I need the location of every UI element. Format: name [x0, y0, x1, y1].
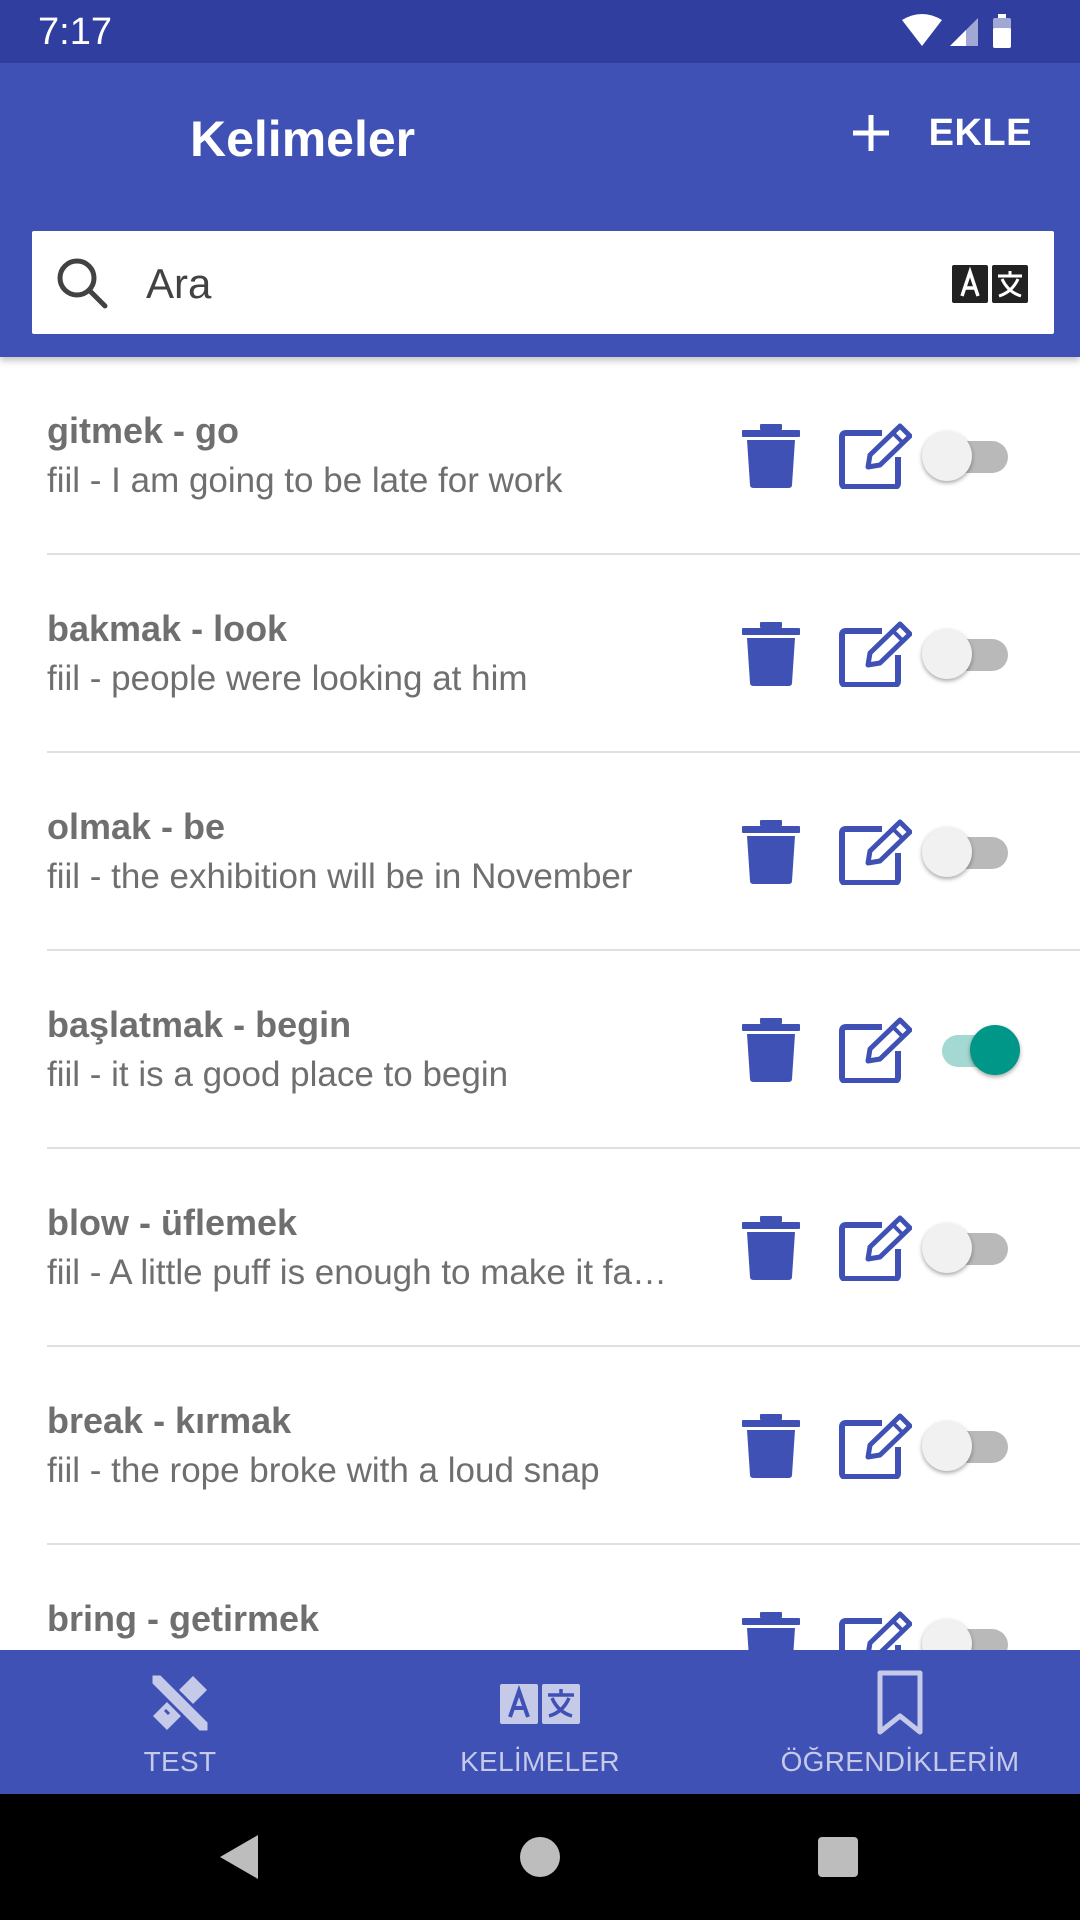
- word-title: break - kırmak: [47, 1400, 292, 1441]
- learned-toggle[interactable]: [918, 1023, 1028, 1077]
- learned-toggle[interactable]: [918, 1419, 1028, 1473]
- add-word-label: EKLE: [928, 111, 1032, 154]
- word-title: blow - üflemek: [47, 1202, 298, 1243]
- nav-item-ogrendiklerim[interactable]: ÖĞRENDİKLERİM: [720, 1650, 1080, 1794]
- edit-icon[interactable]: [838, 621, 912, 687]
- home-icon[interactable]: [510, 1827, 570, 1887]
- edit-icon[interactable]: [838, 1413, 912, 1479]
- learned-toggle[interactable]: [918, 627, 1028, 681]
- nav-item-test[interactable]: TEST: [0, 1650, 360, 1794]
- toggle-thumb: [922, 1421, 972, 1471]
- search-icon: [57, 258, 108, 309]
- list-item[interactable]: bakmak - look fiil - people were looking…: [0, 555, 1080, 753]
- search-box: [32, 231, 1054, 334]
- nav-label-test: TEST: [143, 1746, 217, 1777]
- delete-icon[interactable]: [740, 423, 802, 489]
- delete-icon[interactable]: [740, 1611, 802, 1650]
- signal-icon: [950, 18, 978, 46]
- list-item[interactable]: bring - getirmek: [0, 1545, 1080, 1650]
- learned-toggle[interactable]: [918, 1617, 1028, 1650]
- system-navigation-bar: [0, 1794, 1080, 1920]
- edit-icon[interactable]: [838, 1611, 912, 1650]
- word-description: fiil - it is a good place to begin: [47, 1055, 509, 1094]
- nav-label-kelimeler: KELİMELER: [460, 1746, 620, 1777]
- edit-icon[interactable]: [838, 1017, 912, 1083]
- nav-label-ogrendiklerim: ÖĞRENDİKLERİM: [780, 1746, 1020, 1777]
- toggle-thumb: [922, 1223, 972, 1273]
- back-icon[interactable]: [210, 1827, 270, 1887]
- list-item[interactable]: blow - üflemek fiil - A little puff is e…: [0, 1149, 1080, 1347]
- learned-toggle[interactable]: [918, 1221, 1028, 1275]
- status-bar: 7:17: [0, 0, 1080, 63]
- edit-icon[interactable]: [838, 423, 912, 489]
- word-title: bakmak - look: [47, 608, 288, 649]
- toggle-thumb: [922, 827, 972, 877]
- word-title: bring - getirmek: [47, 1598, 320, 1639]
- pencil-ruler-icon: [149, 1672, 211, 1734]
- delete-icon[interactable]: [740, 1017, 802, 1083]
- status-time: 7:17: [38, 11, 112, 53]
- word-description: fiil - A little puff is enough to make i…: [47, 1253, 667, 1292]
- delete-icon[interactable]: [740, 1413, 802, 1479]
- word-title: olmak - be: [47, 806, 226, 847]
- list-item[interactable]: başlatmak - begin fiil - it is a good pl…: [0, 951, 1080, 1149]
- word-description: fiil - people were looking at him: [47, 659, 528, 698]
- translate-icon[interactable]: [952, 265, 1028, 303]
- word-description: fiil - the exhibition will be in Novembe…: [47, 857, 633, 896]
- list-item[interactable]: gitmek - go fiil - I am going to be late…: [0, 357, 1080, 555]
- list-item[interactable]: break - kırmak fiil - the rope broke wit…: [0, 1347, 1080, 1545]
- word-description: fiil - the rope broke with a loud snap: [47, 1451, 600, 1490]
- toggle-thumb: [922, 1619, 972, 1650]
- wifi-icon: [902, 14, 942, 46]
- nav-item-kelimeler[interactable]: KELİMELER: [360, 1650, 720, 1794]
- edit-icon[interactable]: [838, 1215, 912, 1281]
- learned-toggle[interactable]: [918, 429, 1028, 483]
- translate-icon: [500, 1684, 580, 1724]
- add-word-button[interactable]: EKLE: [851, 103, 1032, 163]
- word-title: başlatmak - begin: [47, 1004, 352, 1045]
- toggle-thumb: [970, 1025, 1020, 1075]
- page-title: Kelimeler: [190, 111, 416, 167]
- toggle-thumb: [922, 431, 972, 481]
- battery-icon: [993, 14, 1011, 48]
- word-description: fiil - I am going to be late for work: [47, 461, 563, 500]
- bottom-navigation: TEST KELİMELER ÖĞRENDİKLERİM: [0, 1650, 1080, 1794]
- status-icons: [902, 14, 1011, 48]
- bookmark-icon: [877, 1670, 923, 1735]
- delete-icon[interactable]: [740, 621, 802, 687]
- toggle-thumb: [922, 629, 972, 679]
- word-list: gitmek - go fiil - I am going to be late…: [0, 357, 1080, 1650]
- search-input[interactable]: [144, 245, 948, 322]
- word-title: gitmek - go: [47, 410, 240, 451]
- plus-icon: [852, 115, 889, 151]
- list-item[interactable]: olmak - be fiil - the exhibition will be…: [0, 753, 1080, 951]
- delete-icon[interactable]: [740, 819, 802, 885]
- edit-icon[interactable]: [838, 819, 912, 885]
- learned-toggle[interactable]: [918, 825, 1028, 879]
- delete-icon[interactable]: [740, 1215, 802, 1281]
- app-bar: Kelimeler EKLE: [0, 63, 1080, 357]
- recents-icon[interactable]: [808, 1827, 868, 1887]
